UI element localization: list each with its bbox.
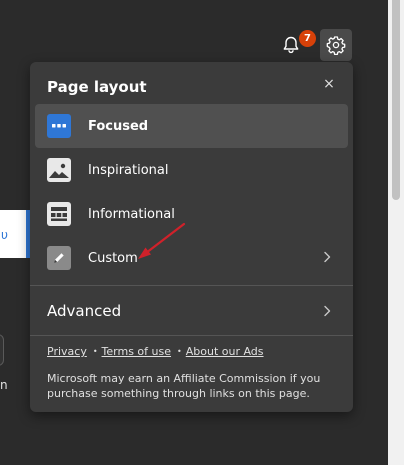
scrollbar-thumb[interactable] — [392, 0, 400, 200]
advanced-settings-row[interactable]: Advanced — [30, 286, 353, 336]
link-separator: • — [92, 347, 98, 356]
about-our-ads-link[interactable]: About our Ads — [186, 345, 264, 358]
grid-layout-icon — [47, 202, 71, 226]
layout-option-label: Inspirational — [88, 162, 169, 178]
affiliate-disclaimer: Microsoft may earn an Affiliate Commissi… — [47, 372, 321, 400]
layout-option-label: Informational — [88, 206, 175, 222]
image-layout-icon — [47, 158, 71, 182]
close-icon: × — [323, 76, 335, 92]
layout-option-custom[interactable]: Custom — [35, 236, 348, 280]
background-chip — [0, 334, 4, 366]
layout-option-label: Focused — [88, 118, 149, 134]
settings-button[interactable] — [320, 29, 352, 61]
privacy-link[interactable]: Privacy — [47, 345, 87, 358]
chevron-right-icon — [324, 251, 331, 263]
chevron-right-icon — [324, 305, 331, 317]
background-card: υ — [0, 210, 30, 258]
layout-option-label: Custom — [88, 250, 138, 266]
page-scrollbar[interactable] — [388, 0, 404, 465]
layout-option-focused[interactable]: Focused — [35, 104, 348, 148]
layout-options: Focused Inspirational Informational Cust… — [35, 104, 348, 280]
section-divider — [30, 335, 353, 336]
close-button[interactable]: × — [319, 74, 339, 94]
layout-option-informational[interactable]: Informational — [35, 192, 348, 236]
panel-title: Page layout — [47, 78, 147, 96]
background-text: n — [0, 378, 8, 392]
terms-of-use-link[interactable]: Terms of use — [102, 345, 171, 358]
link-separator: • — [177, 347, 182, 356]
advanced-label: Advanced — [47, 302, 122, 320]
page-layout-panel: Page layout × Focused Inspirational Info… — [30, 62, 353, 412]
footer-links: Privacy • Terms of use • About our Ads — [47, 345, 264, 358]
background-card-glyph: υ — [1, 228, 8, 242]
bell-icon — [283, 36, 299, 54]
pencil-icon — [47, 246, 71, 270]
layout-option-inspirational[interactable]: Inspirational — [35, 148, 348, 192]
gear-icon — [326, 36, 346, 55]
focused-layout-icon — [47, 114, 71, 138]
notification-badge: 7 — [299, 30, 316, 47]
